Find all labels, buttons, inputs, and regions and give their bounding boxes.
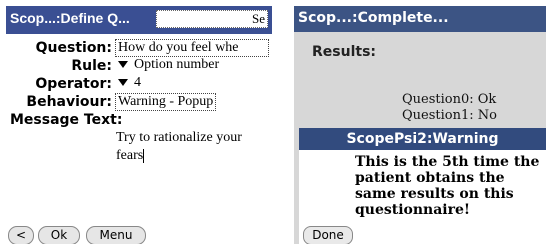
dialog-message-line: patient obtains the <box>355 170 505 186</box>
result-item: Question0: Ok <box>402 92 497 107</box>
behaviour-label: Behaviour: <box>26 94 112 110</box>
rule-label: Rule: <box>71 58 112 74</box>
complete-screen: Scop...:Complete... Results: Question0: … <box>294 6 546 244</box>
text-cursor <box>143 148 145 163</box>
dialog-message-line: This is the 5th time the <box>355 154 540 170</box>
menu-button[interactable]: Menu <box>86 226 146 244</box>
message-text-line-1[interactable]: Try to rationalize your <box>116 130 242 146</box>
question-field[interactable]: How do you feel whe <box>115 39 269 57</box>
dialog-message-line: questionnaire! <box>355 202 471 218</box>
operator-label: Operator: <box>35 76 112 92</box>
message-text-label: Message Text: <box>10 112 123 128</box>
result-item: Question1: No <box>402 108 497 123</box>
dialog-message-line: same results on this <box>355 186 514 202</box>
done-button[interactable]: Done <box>303 226 353 244</box>
dialog-title: ScopePsi2:Warning <box>299 128 546 150</box>
operator-dropdown[interactable]: 4 <box>118 75 141 91</box>
title-bar: Scop...:Define Q... Se <box>6 6 272 34</box>
question-label: Question: <box>35 40 112 56</box>
behaviour-field[interactable]: Warning - Popup <box>115 93 217 111</box>
rule-dropdown[interactable]: Option number <box>118 57 219 73</box>
rule-value: Option number <box>134 57 220 72</box>
warning-dialog: ScopePsi2:Warning This is the 5th time t… <box>299 128 546 244</box>
dropdown-arrow-icon <box>118 61 128 69</box>
screen-title: Scop...:Complete... <box>298 10 449 26</box>
title-search-field[interactable]: Se <box>156 10 268 28</box>
operator-value: 4 <box>134 75 141 90</box>
dropdown-arrow-icon <box>118 79 128 87</box>
define-question-screen: Scop...:Define Q... Se Question: How do … <box>6 6 272 244</box>
message-text-line-2[interactable]: fears <box>116 148 145 164</box>
results-label: Results: <box>312 44 376 60</box>
message-text-line-2-text: fears <box>116 148 144 163</box>
ok-button[interactable]: Ok <box>38 226 80 244</box>
screen-title: Scop...:Define Q... <box>10 10 130 26</box>
title-field-text: Se <box>252 11 265 26</box>
title-bar: Scop...:Complete... <box>294 6 546 32</box>
back-button[interactable]: < <box>8 226 34 244</box>
